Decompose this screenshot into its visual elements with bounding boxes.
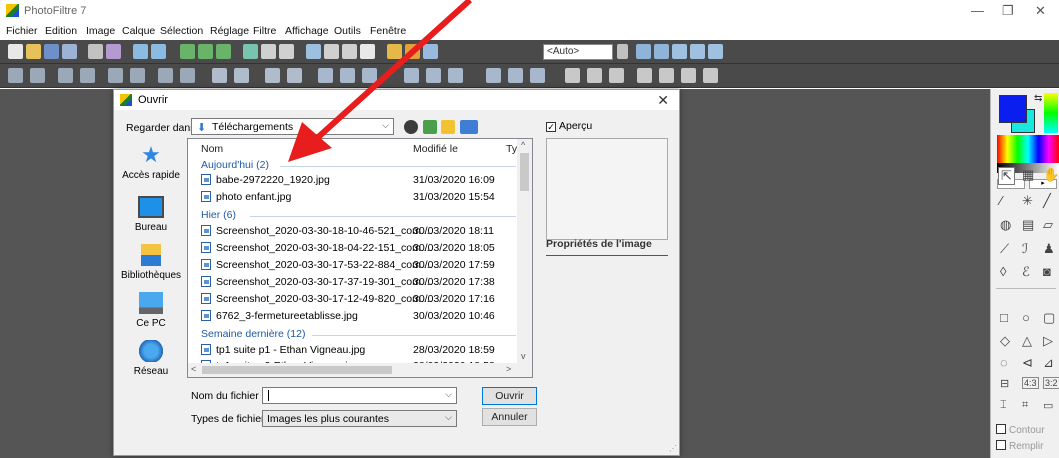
- annotation-arrow: [288, 0, 473, 162]
- foreground-color-swatch-front[interactable]: [999, 95, 1027, 123]
- arrow-shaft: [312, 0, 473, 143]
